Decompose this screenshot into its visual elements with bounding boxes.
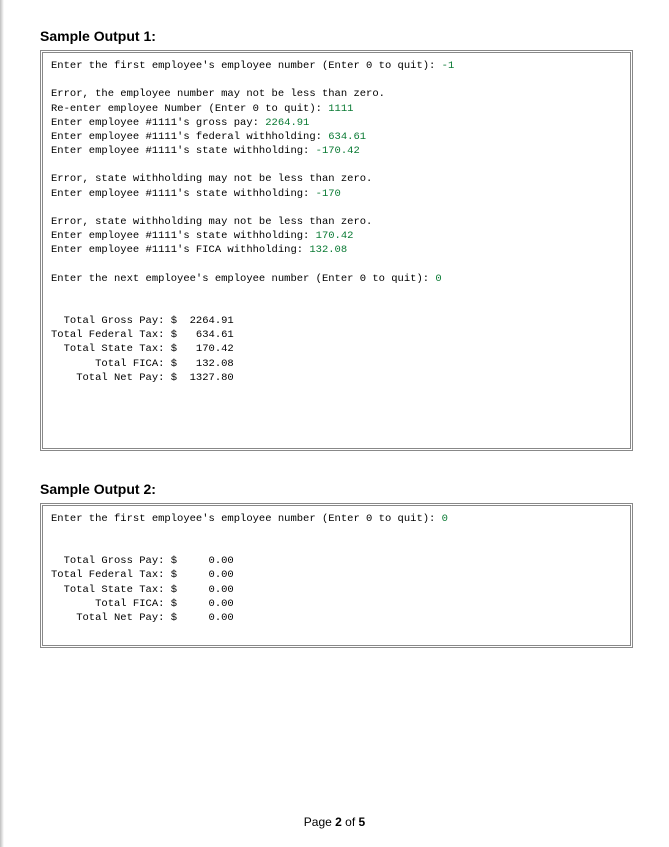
prompt-text: Total Net Pay: $ 1327.80 (51, 372, 234, 384)
prompt-text: Error, state withholding may not be less… (51, 173, 372, 185)
user-input: 634.61 (328, 131, 366, 143)
prompt-text: Enter the first employee's employee numb… (51, 60, 442, 72)
prompt-text: Total Net Pay: $ 0.00 (51, 612, 234, 624)
prompt-text: Enter the next employee's employee numbe… (51, 273, 435, 285)
output-line: Total State Tax: $ 0.00 (51, 584, 234, 596)
prompt-text: Total Gross Pay: $ 0.00 (51, 555, 234, 567)
prompt-text: Total State Tax: $ 170.42 (51, 343, 234, 355)
output-line: Total FICA: $ 0.00 (51, 598, 234, 610)
user-input: 170.42 (316, 230, 354, 242)
prompt-text: Enter employee #1111's state withholding… (51, 145, 316, 157)
prompt-text: Enter employee #1111's state withholding… (51, 230, 316, 242)
prompt-text: Error, state withholding may not be less… (51, 216, 372, 228)
prompt-text: Total FICA: $ 0.00 (51, 598, 234, 610)
prompt-text: Enter employee #1111's state withholding… (51, 188, 316, 200)
sample1-title: Sample Output 1: (40, 28, 633, 44)
user-input: -170.42 (316, 145, 360, 157)
user-input: 2264.91 (265, 117, 309, 129)
output-line: Enter employee #1111's federal withholdi… (51, 131, 366, 143)
output-line: Total Gross Pay: $ 0.00 (51, 555, 234, 567)
prompt-text: Re-enter employee Number (Enter 0 to qui… (51, 103, 328, 115)
user-input: 132.08 (309, 244, 347, 256)
prompt-text: Enter the first employee's employee numb… (51, 513, 442, 525)
footer-of: of (342, 815, 359, 829)
sample2-title: Sample Output 2: (40, 481, 633, 497)
user-input: 1111 (328, 103, 353, 115)
output-line: Enter employee #1111's FICA withholding:… (51, 244, 347, 256)
output-line: Error, the employee number may not be le… (51, 88, 385, 100)
user-input: -170 (316, 188, 341, 200)
user-input: 0 (435, 273, 441, 285)
output-line: Re-enter employee Number (Enter 0 to qui… (51, 103, 353, 115)
prompt-text: Total Federal Tax: $ 0.00 (51, 569, 234, 581)
output-line: Enter the first employee's employee numb… (51, 513, 448, 525)
output-line: Total FICA: $ 132.08 (51, 358, 234, 370)
sample2-output: Enter the first employee's employee numb… (40, 503, 633, 649)
user-input: -1 (442, 60, 455, 72)
output-line: Total Gross Pay: $ 2264.91 (51, 315, 234, 327)
page-shadow (0, 0, 4, 847)
footer-prefix: Page (304, 815, 335, 829)
prompt-text: Total Federal Tax: $ 634.61 (51, 329, 234, 341)
user-input: 0 (442, 513, 448, 525)
footer-current: 2 (335, 815, 342, 829)
prompt-text: Total Gross Pay: $ 2264.91 (51, 315, 234, 327)
page-footer: Page 2 of 5 (0, 815, 669, 829)
page-content: Sample Output 1: Enter the first employe… (0, 0, 669, 648)
output-line: Total Net Pay: $ 0.00 (51, 612, 234, 624)
output-line: Enter the next employee's employee numbe… (51, 273, 442, 285)
output-line: Error, state withholding may not be less… (51, 216, 372, 228)
output-line: Enter the first employee's employee numb… (51, 60, 454, 72)
prompt-text: Total FICA: $ 132.08 (51, 358, 234, 370)
output-line: Total Net Pay: $ 1327.80 (51, 372, 234, 384)
output-line: Error, state withholding may not be less… (51, 173, 372, 185)
output-line: Enter employee #1111's state withholding… (51, 145, 360, 157)
prompt-text: Enter employee #1111's federal withholdi… (51, 131, 328, 143)
output-line: Total Federal Tax: $ 634.61 (51, 329, 234, 341)
output-line: Enter employee #1111's gross pay: 2264.9… (51, 117, 309, 129)
prompt-text: Error, the employee number may not be le… (51, 88, 385, 100)
footer-total: 5 (359, 815, 366, 829)
output-line: Enter employee #1111's state withholding… (51, 188, 341, 200)
output-line: Total Federal Tax: $ 0.00 (51, 569, 234, 581)
prompt-text: Total State Tax: $ 0.00 (51, 584, 234, 596)
output-line: Enter employee #1111's state withholding… (51, 230, 353, 242)
output-line: Total State Tax: $ 170.42 (51, 343, 234, 355)
prompt-text: Enter employee #1111's FICA withholding: (51, 244, 309, 256)
sample1-output: Enter the first employee's employee numb… (40, 50, 633, 451)
prompt-text: Enter employee #1111's gross pay: (51, 117, 265, 129)
